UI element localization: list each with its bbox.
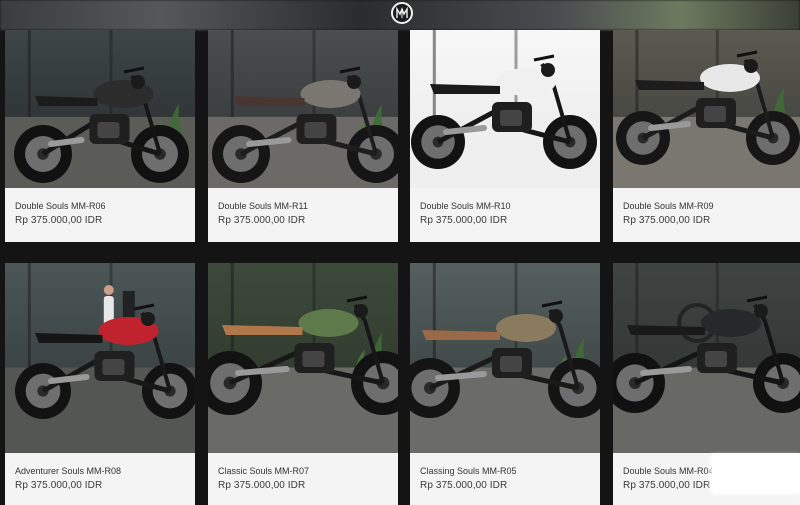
- mm-logo-icon: [396, 6, 408, 18]
- product-card[interactable]: Double Souls MM-R06 Rp 375.000,00 IDR: [5, 30, 195, 242]
- product-card[interactable]: Double Souls MM-R10 Rp 375.000,00 IDR: [410, 30, 600, 242]
- product-image[interactable]: [410, 263, 600, 453]
- rusty-bronze-cafe-racer: [410, 263, 600, 453]
- product-image[interactable]: [613, 30, 800, 188]
- white-tank-scrambler: [613, 30, 800, 188]
- product-price: Rp 375.000,00 IDR: [623, 480, 711, 491]
- product-price: Rp 375.000,00 IDR: [420, 215, 508, 226]
- product-name[interactable]: Double Souls MM-R10: [420, 201, 511, 211]
- product-price: Rp 375.000,00 IDR: [15, 215, 103, 226]
- product-card[interactable]: Classing Souls MM-R05 Rp 375.000,00 IDR: [410, 263, 600, 505]
- product-image[interactable]: [5, 30, 195, 188]
- product-card[interactable]: Double Souls MM-R09 Rp 375.000,00 IDR: [613, 30, 800, 242]
- product-name[interactable]: Double Souls MM-R06: [15, 201, 106, 211]
- brand-logo[interactable]: [391, 2, 413, 24]
- product-price: Rp 375.000,00 IDR: [15, 480, 103, 491]
- grey-brown-seat-motorcycle: [208, 30, 398, 188]
- product-name[interactable]: Classing Souls MM-R05: [420, 466, 517, 476]
- product-price: Rp 375.000,00 IDR: [218, 480, 306, 491]
- product-name[interactable]: Double Souls MM-R09: [623, 201, 714, 211]
- product-price: Rp 375.000,00 IDR: [420, 480, 508, 491]
- product-price: Rp 375.000,00 IDR: [623, 215, 711, 226]
- black-classic-motorcycle: [613, 263, 800, 453]
- white-tank-cafe-racer: [410, 30, 600, 188]
- product-name[interactable]: Double Souls MM-R11: [218, 201, 308, 211]
- product-name[interactable]: Classic Souls MM-R07: [218, 466, 309, 476]
- black-scrambler-motorcycle: [5, 30, 195, 188]
- product-card[interactable]: Classic Souls MM-R07 Rp 375.000,00 IDR: [208, 263, 398, 505]
- product-name[interactable]: Adventurer Souls MM-R08: [15, 466, 121, 476]
- product-image[interactable]: [5, 263, 195, 453]
- product-price: Rp 375.000,00 IDR: [218, 215, 306, 226]
- green-tank-tan-seat-motorcycle: [208, 263, 398, 453]
- product-image[interactable]: [613, 263, 800, 453]
- product-card[interactable]: Double Souls MM-R11 Rp 375.000,00 IDR: [208, 30, 398, 242]
- product-image[interactable]: [208, 263, 398, 453]
- product-image[interactable]: [208, 30, 398, 188]
- product-image[interactable]: [410, 30, 600, 188]
- image-blur-patch: [712, 453, 800, 493]
- red-tank-scrambler: [5, 263, 195, 453]
- product-name[interactable]: Double Souls MM-R04: [623, 466, 714, 476]
- product-card[interactable]: Adventurer Souls MM-R08 Rp 375.000,00 IDR: [5, 263, 195, 505]
